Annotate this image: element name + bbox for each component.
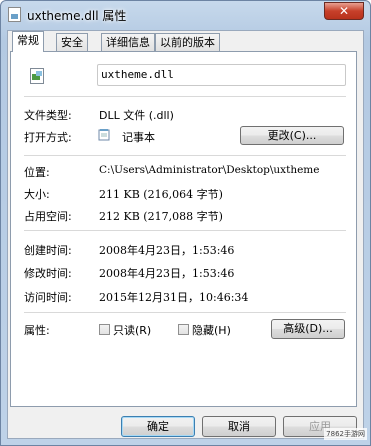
- open-with-value: 记事本: [122, 131, 155, 144]
- location-label: 位置:: [24, 166, 50, 179]
- hidden-label[interactable]: 隐藏(H): [192, 322, 231, 338]
- accessed-label: 访问时间:: [24, 291, 72, 304]
- accessed-value: 2015年12月31日，10:46:34: [99, 291, 249, 304]
- window-title: uxtheme.dll 属性: [27, 9, 127, 23]
- divider: [24, 155, 346, 156]
- open-with-label: 打开方式:: [24, 131, 72, 144]
- modified-value: 2008年4月23日，1:53:46: [99, 267, 235, 280]
- change-button[interactable]: 更改(C)...: [240, 126, 344, 145]
- file-type-label: 文件类型:: [24, 109, 72, 122]
- size-label: 大小:: [24, 188, 50, 201]
- ok-button[interactable]: 确定: [121, 416, 195, 437]
- file-name-field[interactable]: uxtheme.dll: [97, 64, 346, 86]
- title-bar[interactable]: uxtheme.dll 属性 ✕: [1, 1, 370, 29]
- cancel-button[interactable]: 取消: [202, 416, 276, 437]
- size-value: 211 KB (216,064 字节): [99, 188, 223, 201]
- readonly-label[interactable]: 只读(R): [113, 322, 151, 338]
- tab-content-general: [10, 51, 357, 407]
- divider: [24, 312, 346, 313]
- created-value: 2008年4月23日，1:53:46: [99, 244, 235, 257]
- tab-details[interactable]: 详细信息: [101, 33, 155, 51]
- close-button[interactable]: ✕: [324, 2, 364, 20]
- tab-general[interactable]: 常规: [12, 31, 44, 52]
- divider: [24, 96, 346, 97]
- created-label: 创建时间:: [24, 244, 72, 257]
- modified-label: 修改时间:: [24, 267, 72, 280]
- notepad-icon: [98, 129, 110, 141]
- tab-previous-versions[interactable]: 以前的版本: [155, 33, 220, 51]
- disk-size-label: 占用空间:: [24, 210, 72, 223]
- tab-security[interactable]: 安全: [56, 33, 88, 51]
- readonly-checkbox[interactable]: [99, 324, 110, 335]
- watermark-logo: 7862手游网: [324, 428, 367, 440]
- dll-file-icon: [8, 7, 21, 22]
- advanced-button[interactable]: 高级(D)...: [271, 319, 345, 339]
- divider: [24, 230, 346, 231]
- hidden-checkbox[interactable]: [178, 324, 189, 335]
- file-type-value: DLL 文件 (.dll): [99, 109, 174, 122]
- location-value: C:\Users\Administrator\Desktop\uxtheme: [99, 164, 320, 176]
- attributes-label: 属性:: [24, 324, 50, 337]
- disk-size-value: 212 KB (217,088 字节): [99, 210, 223, 223]
- dll-file-icon: [30, 68, 44, 84]
